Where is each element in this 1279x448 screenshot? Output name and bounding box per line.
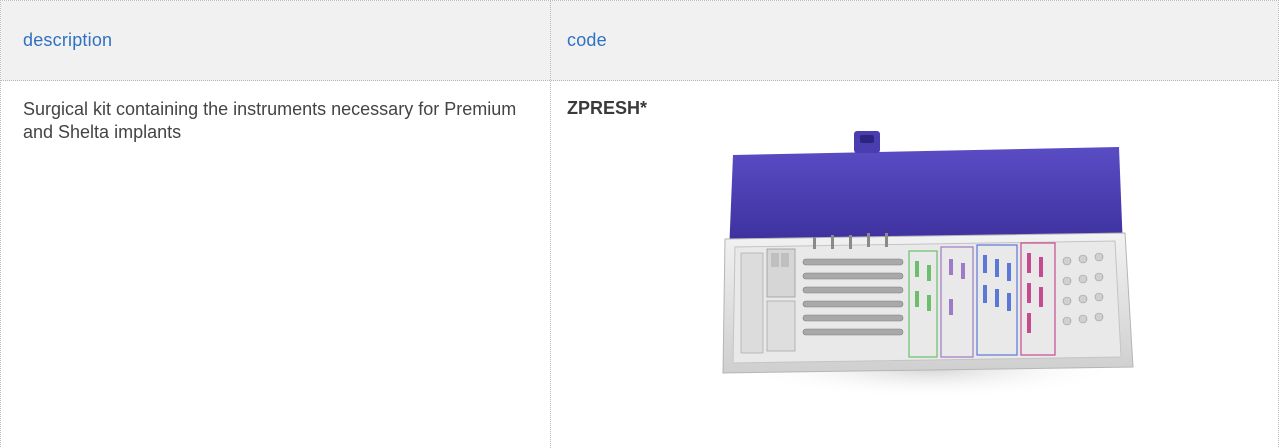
column-divider: [550, 1, 551, 448]
header-description: description: [23, 30, 113, 50]
header-code: code: [567, 30, 607, 50]
row-description: Surgical kit containing the instruments …: [23, 99, 517, 142]
row-code: ZPRESH*: [567, 98, 648, 118]
surgical-kit-image: [722, 131, 1134, 399]
product-table: description code Surgical kit containing…: [0, 0, 1279, 448]
table-header-row: description code: [1, 1, 1278, 81]
